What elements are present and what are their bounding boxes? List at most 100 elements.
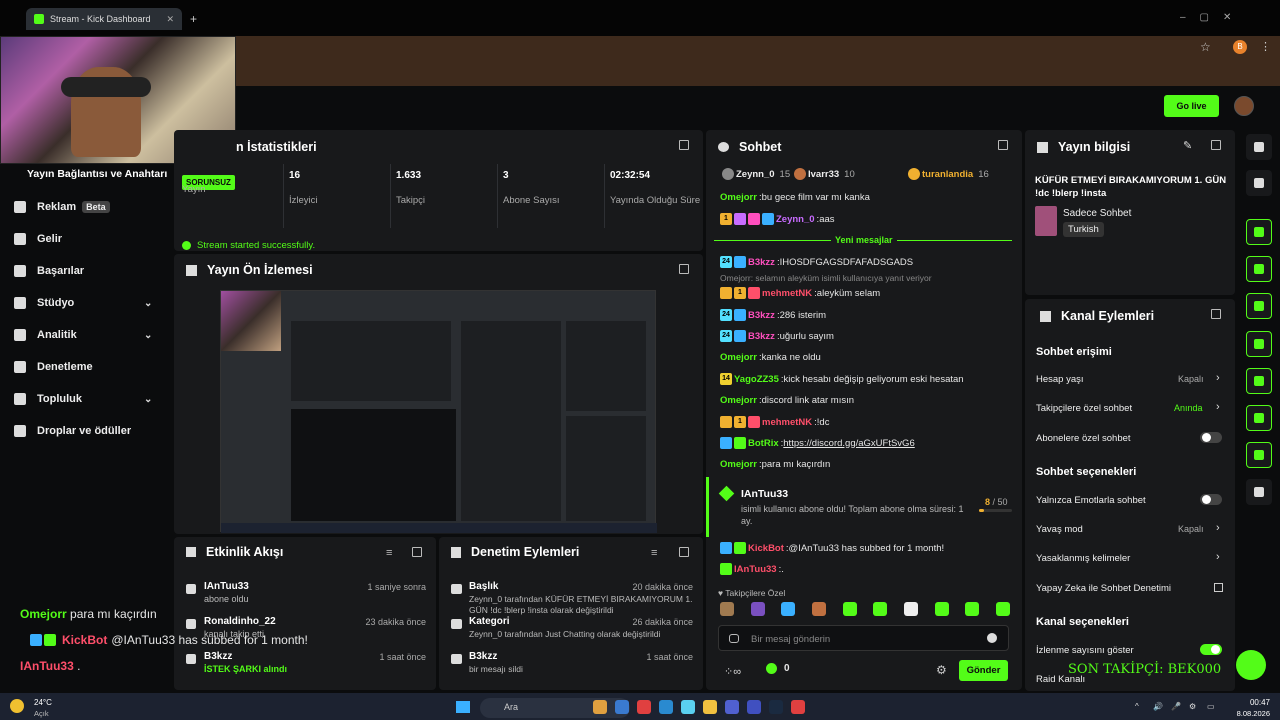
edit-icon[interactable]: ✎: [1183, 139, 1192, 152]
sidebar-item-6[interactable]: Topluluk ⌄: [14, 389, 152, 409]
go-live-button[interactable]: Go live: [1164, 95, 1219, 117]
windows-start-icon[interactable]: [456, 701, 470, 713]
widgets-icon[interactable]: [593, 700, 607, 714]
chat-message[interactable]: BotRix: https://discord.gg/aGxUFtSvG6: [720, 437, 915, 449]
browser-menu-icon[interactable]: ⋮: [1260, 40, 1271, 53]
emote-icon[interactable]: [781, 602, 796, 616]
edge-icon[interactable]: [659, 700, 673, 714]
ai-moderation-setting[interactable]: Yapay Zeka ile Sohbet Denetimi: [1036, 583, 1171, 594]
taskbar-search[interactable]: Ara: [480, 698, 630, 718]
account-age-setting[interactable]: Hesap yaşı: [1036, 374, 1084, 385]
category-name[interactable]: Sadece Sohbet: [1063, 208, 1131, 219]
stream-preview-video[interactable]: [220, 290, 657, 533]
tray-icon[interactable]: ⚙: [1189, 702, 1196, 711]
chat-message[interactable]: 1 Zeynn_0: aas: [720, 213, 835, 225]
chat-message[interactable]: IAnTuu33: .: [720, 563, 784, 575]
event-item[interactable]: B3kzz İSTEK ŞARKI alındı: [204, 651, 287, 674]
emote-icon[interactable]: [873, 602, 888, 616]
stream-connection-label[interactable]: Yayın Bağlantısı ve Anahtarı: [27, 168, 167, 180]
chevron-down-icon[interactable]: ⌄: [144, 330, 152, 341]
tray-icon[interactable]: 🔊: [1153, 702, 1163, 711]
chat-message[interactable]: Omejorr: kanka ne oldu: [720, 352, 821, 363]
external-link-icon[interactable]: [1214, 583, 1223, 592]
emote-icon[interactable]: [750, 602, 765, 616]
close-tab-icon[interactable]: ✕: [166, 14, 174, 25]
top-user[interactable]: Ivarr33 10: [794, 168, 855, 180]
popout-icon[interactable]: [412, 547, 422, 557]
support-chat-icon[interactable]: [1236, 650, 1266, 680]
slow-mode-setting[interactable]: Yavaş mod: [1036, 524, 1083, 535]
note-icon[interactable]: [1246, 293, 1272, 319]
emotes-only-toggle[interactable]: [1200, 494, 1222, 505]
chevron-right-icon[interactable]: ›: [1216, 401, 1220, 413]
sidebar-item-4[interactable]: Analitik ⌄: [14, 325, 152, 345]
chevron-right-icon[interactable]: ›: [1216, 522, 1220, 534]
chat-message[interactable]: 1 mehmetNK: !dc: [720, 416, 829, 428]
top-user[interactable]: turanlandia 16: [908, 168, 989, 180]
pencil-icon[interactable]: [1246, 170, 1272, 196]
tray-icon[interactable]: 🎤: [1171, 702, 1181, 711]
popout-icon[interactable]: [679, 547, 689, 557]
camera-icon[interactable]: [1246, 219, 1272, 245]
chevron-down-icon[interactable]: ⌄: [144, 298, 152, 309]
sidebar-item-1[interactable]: Gelir: [14, 229, 62, 249]
wrench-icon[interactable]: [1246, 442, 1272, 468]
user-avatar[interactable]: [1234, 96, 1254, 116]
chat-message[interactable]: 24 B3kzz: uğurlu sayım: [720, 330, 834, 342]
filter-icon[interactable]: ≡: [651, 547, 657, 559]
emote-icon[interactable]: [995, 602, 1010, 616]
chat-message[interactable]: KickBot: @IAnTuu33 has subbed for 1 mont…: [720, 542, 944, 554]
sidebar-item-0[interactable]: Reklam Beta: [14, 197, 110, 217]
apps-icon[interactable]: [1246, 479, 1272, 505]
panel-icon[interactable]: [1246, 405, 1272, 431]
window-controls[interactable]: –▢✕: [1180, 12, 1245, 23]
chat-message[interactable]: Omejorr: bu gece film var mı kanka: [720, 192, 870, 203]
emote-icon[interactable]: [811, 602, 826, 616]
show-viewers-toggle[interactable]: [1200, 644, 1222, 655]
profile-icon[interactable]: B: [1233, 40, 1247, 54]
obs-icon[interactable]: [791, 700, 805, 714]
chat-settings-icon[interactable]: ⚙: [936, 663, 947, 677]
chat-icon[interactable]: [1246, 331, 1272, 357]
emote-icon[interactable]: [720, 602, 734, 616]
chat-input[interactable]: Bir mesaj gönderin: [718, 625, 1009, 651]
sidebar-item-5[interactable]: Denetleme: [14, 357, 93, 377]
chat-message[interactable]: Omejorr: para mı kaçırdın: [720, 459, 830, 470]
followers-chat-setting[interactable]: Takipçilere özel sohbet: [1036, 403, 1132, 414]
event-item[interactable]: IAnTuu33 abone oldu: [204, 581, 249, 604]
chrome-icon[interactable]: [637, 700, 651, 714]
sidebar-item-3[interactable]: Stüdyo ⌄: [14, 293, 152, 313]
bookmark-star-icon[interactable]: ☆: [1200, 40, 1211, 54]
popout-icon[interactable]: [679, 264, 689, 274]
weather-icon[interactable]: [10, 699, 24, 713]
chevron-right-icon[interactable]: ›: [1216, 551, 1220, 563]
subs-chat-toggle[interactable]: [1200, 432, 1222, 443]
copilot-icon[interactable]: [681, 700, 695, 714]
popout-icon[interactable]: [998, 140, 1008, 150]
emote-icon[interactable]: [965, 602, 980, 616]
emote-icon[interactable]: [842, 602, 857, 616]
chat-message[interactable]: 1 mehmetNK: aleyküm selam: [720, 287, 880, 299]
emote-icon[interactable]: [903, 602, 918, 616]
popout-icon[interactable]: [1211, 309, 1221, 319]
chat-message[interactable]: 24 B3kzz: IHOSDFGAGSDFAFADSGADS: [720, 256, 913, 268]
sidebar-item-7[interactable]: Droplar ve ödüller: [14, 421, 131, 441]
top-user[interactable]: Zeynn_0 15: [722, 168, 790, 180]
chevron-down-icon[interactable]: ⌄: [144, 394, 152, 405]
filter-icon[interactable]: ≡: [386, 547, 392, 559]
broadcast-icon[interactable]: [1246, 368, 1272, 394]
task-view-icon[interactable]: [615, 700, 629, 714]
popout-icon[interactable]: [1211, 140, 1221, 150]
teams-icon[interactable]: [725, 700, 739, 714]
send-button[interactable]: Gönder: [959, 660, 1008, 681]
popout-icon[interactable]: [679, 140, 689, 150]
emote-icon[interactable]: [934, 602, 949, 616]
chevron-right-icon[interactable]: ›: [1216, 372, 1220, 384]
discord-icon[interactable]: [747, 700, 761, 714]
chat-message[interactable]: 24 B3kzz: 286 isterim: [720, 309, 826, 321]
chat-message[interactable]: Omejorr: discord link atar mısın: [720, 395, 854, 406]
steam-icon[interactable]: [769, 700, 783, 714]
tray-icon[interactable]: ▭: [1207, 702, 1215, 711]
explorer-icon[interactable]: [703, 700, 717, 714]
emoji-icon[interactable]: [987, 633, 997, 643]
